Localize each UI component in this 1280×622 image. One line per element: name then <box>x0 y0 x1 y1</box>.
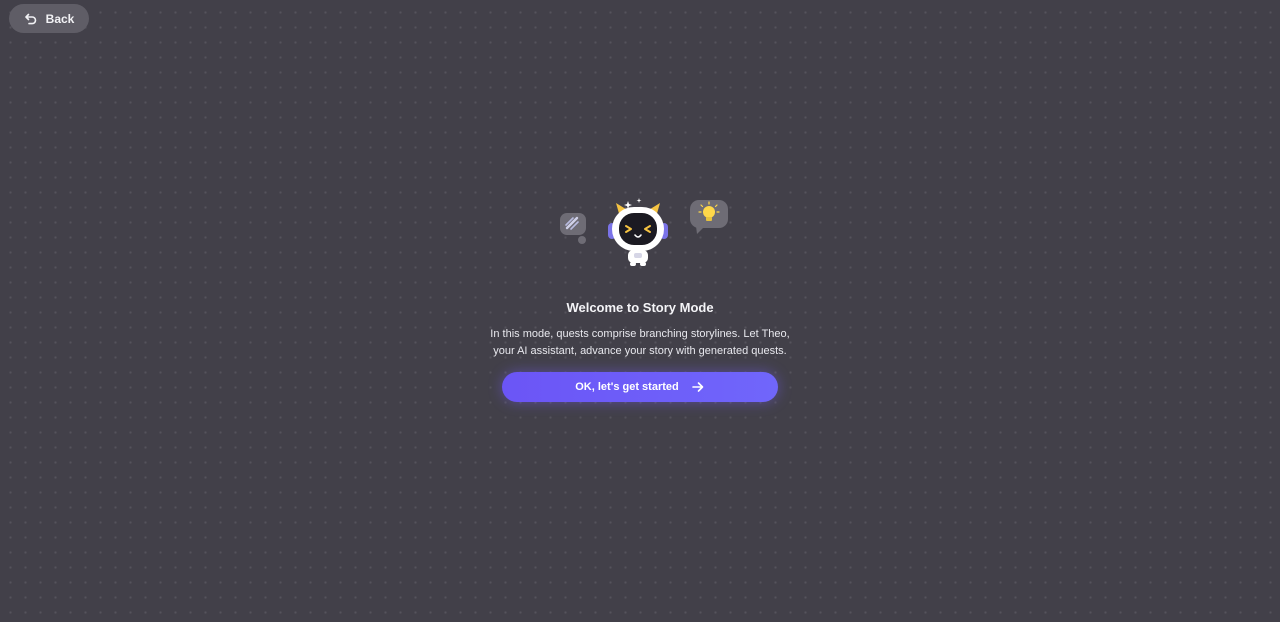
welcome-panel: Welcome to Story Mode In this mode, ques… <box>0 195 1280 402</box>
undo-arrow-icon <box>24 12 38 26</box>
back-button[interactable]: Back <box>9 4 89 33</box>
get-started-label: OK, let's get started <box>575 381 679 393</box>
theo-mascot-illustration <box>550 195 730 270</box>
pen-bubble-icon <box>560 213 586 244</box>
arrow-right-icon <box>691 380 705 394</box>
welcome-description: In this mode, quests comprise branching … <box>490 328 790 357</box>
get-started-button[interactable]: OK, let's get started <box>502 372 778 402</box>
theo-mascot <box>608 203 668 266</box>
lightbulb-bubble-icon <box>690 200 728 234</box>
back-label: Back <box>45 11 75 26</box>
page-title: Welcome to Story Mode <box>566 300 714 315</box>
